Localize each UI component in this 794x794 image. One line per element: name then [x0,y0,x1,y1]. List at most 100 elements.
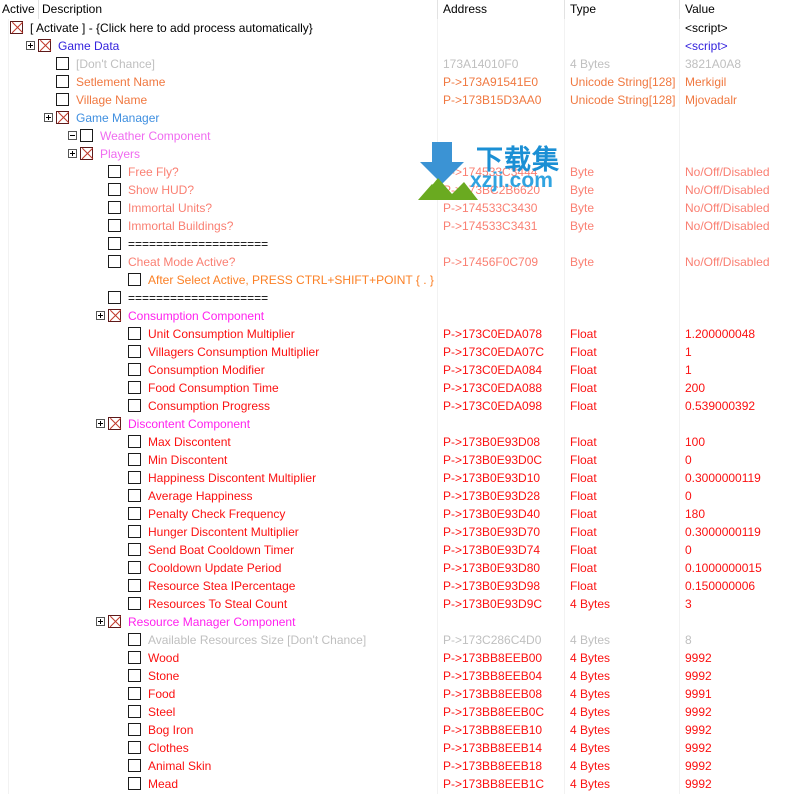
row-type[interactable]: Float [570,469,597,487]
row-description[interactable]: Animal Skin [148,757,211,775]
table-row[interactable]: Consumption Progress P->173C0EDA098 Float 0… [0,397,794,415]
column-header-active[interactable]: Active [2,2,35,16]
row-description[interactable]: Wood [148,649,179,667]
row-description[interactable]: Available Resources Size [Don't Chance] [148,631,366,649]
row-address[interactable]: P->174533C3430 [443,199,537,217]
row-address[interactable]: P->173B15D3AA0 [443,91,541,109]
table-row[interactable]: Steel P->173BB8EEB0C 4 Bytes 9992 [0,703,794,721]
row-address[interactable]: P->173BB8EEB00 [443,649,542,667]
row-address[interactable]: P->173B0E93D40 [443,505,540,523]
row-type[interactable]: Byte [570,253,594,271]
row-value[interactable]: 9992 [685,757,712,775]
row-address[interactable]: P->173BB8EEB08 [443,685,542,703]
row-address[interactable]: P->173B0E93D28 [443,487,540,505]
activation-checkbox-checked[interactable] [38,39,51,52]
row-type[interactable]: 4 Bytes [570,721,610,739]
activation-checkbox[interactable] [128,579,141,592]
row-value[interactable]: 1 [685,361,692,379]
table-row[interactable]: Setlement Name P->173A91541E0 Unicode Stri… [0,73,794,91]
table-row[interactable]: Weather Component [0,127,794,145]
activation-checkbox[interactable] [108,183,121,196]
table-row[interactable]: Penalty Check Frequency P->173B0E93D40 Flo… [0,505,794,523]
row-address[interactable]: P->173B0E93D74 [443,541,540,559]
row-address[interactable]: P->173C286C4D0 [443,631,541,649]
row-description[interactable]: Penalty Check Frequency [148,505,285,523]
table-row[interactable]: Immortal Buildings? P->174533C3431 Byte No/… [0,217,794,235]
row-type[interactable]: Float [570,505,597,523]
row-value[interactable]: 9992 [685,703,712,721]
table-row[interactable]: [ Activate ] - {Click here to add proces… [0,19,794,37]
row-value[interactable]: 0 [685,451,692,469]
row-address[interactable]: P->173B0E93D08 [443,433,540,451]
table-row[interactable]: Food Consumption Time P->173C0EDA088 Float… [0,379,794,397]
activation-checkbox[interactable] [128,669,141,682]
row-value[interactable]: Merkigil [685,73,726,91]
table-row[interactable]: Cheat Mode Active? P->17456F0C709 Byte No/O… [0,253,794,271]
table-row[interactable]: Mead P->173BB8EEB1C 4 Bytes 9992 [0,775,794,793]
activation-checkbox[interactable] [128,597,141,610]
activation-checkbox[interactable] [128,327,141,340]
activation-checkbox[interactable] [128,633,141,646]
table-row[interactable]: Clothes P->173BB8EEB14 4 Bytes 9992 [0,739,794,757]
activation-checkbox[interactable] [108,255,121,268]
row-value[interactable]: No/Off/Disabled [685,181,770,199]
row-address[interactable]: P->173C0EDA084 [443,361,542,379]
row-description[interactable]: Show HUD? [128,181,194,199]
table-row[interactable]: Resource Manager Component [0,613,794,631]
table-row[interactable]: After Select Active, PRESS CTRL+SHIFT+PO… [0,271,794,289]
row-value[interactable]: No/Off/Disabled [685,217,770,235]
table-row[interactable]: Happiness Discontent Multiplier P->173B0E… [0,469,794,487]
row-type[interactable]: Unicode String[128] [570,73,675,91]
row-value[interactable]: 200 [685,379,705,397]
activation-checkbox[interactable] [128,525,141,538]
activation-checkbox[interactable] [108,201,121,214]
activation-checkbox-checked[interactable] [108,615,121,628]
row-value[interactable]: 0.1000000015 [685,559,762,577]
row-address[interactable]: P->173B0E93D70 [443,523,540,541]
row-type[interactable]: Float [570,325,597,343]
table-row[interactable]: Discontent Component [0,415,794,433]
row-description[interactable]: Resources To Steal Count [148,595,287,613]
expand-icon[interactable] [68,149,77,158]
row-address[interactable]: P->173BB8EEB10 [443,721,542,739]
row-type[interactable]: Float [570,523,597,541]
row-type[interactable]: 4 Bytes [570,649,610,667]
table-row[interactable]: Villagers Consumption Multiplier P->173C0… [0,343,794,361]
row-description[interactable]: Resource Manager Component [128,613,295,631]
table-row[interactable]: Resource Stea IPercentage P->173B0E93D98 F… [0,577,794,595]
table-row[interactable]: Stone P->173BB8EEB04 4 Bytes 9992 [0,667,794,685]
row-description[interactable]: Consumption Progress [148,397,270,415]
table-row[interactable]: Send Boat Cooldown Timer P->173B0E93D74 Fl… [0,541,794,559]
table-row[interactable]: [Don't Chance] 173A14010F0 4 Bytes 3821A0A8 [0,55,794,73]
expand-icon[interactable] [96,617,105,626]
activation-checkbox[interactable] [128,651,141,664]
row-value[interactable]: 9992 [685,721,712,739]
table-row[interactable]: Food P->173BB8EEB08 4 Bytes 9991 [0,685,794,703]
row-type[interactable]: Float [570,361,597,379]
row-value[interactable]: 1.200000048 [685,325,755,343]
row-type[interactable]: Float [570,559,597,577]
activation-checkbox[interactable] [56,75,69,88]
row-value[interactable]: 0.3000000119 [685,469,761,487]
activation-checkbox[interactable] [128,723,141,736]
row-type[interactable]: 4 Bytes [570,595,610,613]
row-description[interactable]: After Select Active, PRESS CTRL+SHIFT+PO… [148,271,434,289]
row-description[interactable]: Players [100,145,140,163]
table-row[interactable]: Unit Consumption Multiplier P->173C0EDA07… [0,325,794,343]
row-description[interactable]: Clothes [148,739,189,757]
row-value[interactable]: No/Off/Disabled [685,163,770,181]
row-type[interactable]: Float [570,577,597,595]
row-value[interactable]: 9992 [685,775,712,793]
expand-icon[interactable] [44,113,53,122]
row-value[interactable]: No/Off/Disabled [685,199,770,217]
activation-checkbox[interactable] [108,165,121,178]
row-value[interactable]: <script> [685,19,728,37]
row-address[interactable]: P->173B0E93D10 [443,469,540,487]
table-row[interactable]: Village Name P->173B15D3AA0 Unicode String… [0,91,794,109]
row-value[interactable]: <script> [685,37,728,55]
row-description[interactable]: Free Fly? [128,163,179,181]
row-description[interactable]: Immortal Units? [128,199,212,217]
row-description[interactable]: Immortal Buildings? [128,217,233,235]
row-description[interactable]: Stone [148,667,179,685]
row-description[interactable]: Villagers Consumption Multiplier [148,343,319,361]
